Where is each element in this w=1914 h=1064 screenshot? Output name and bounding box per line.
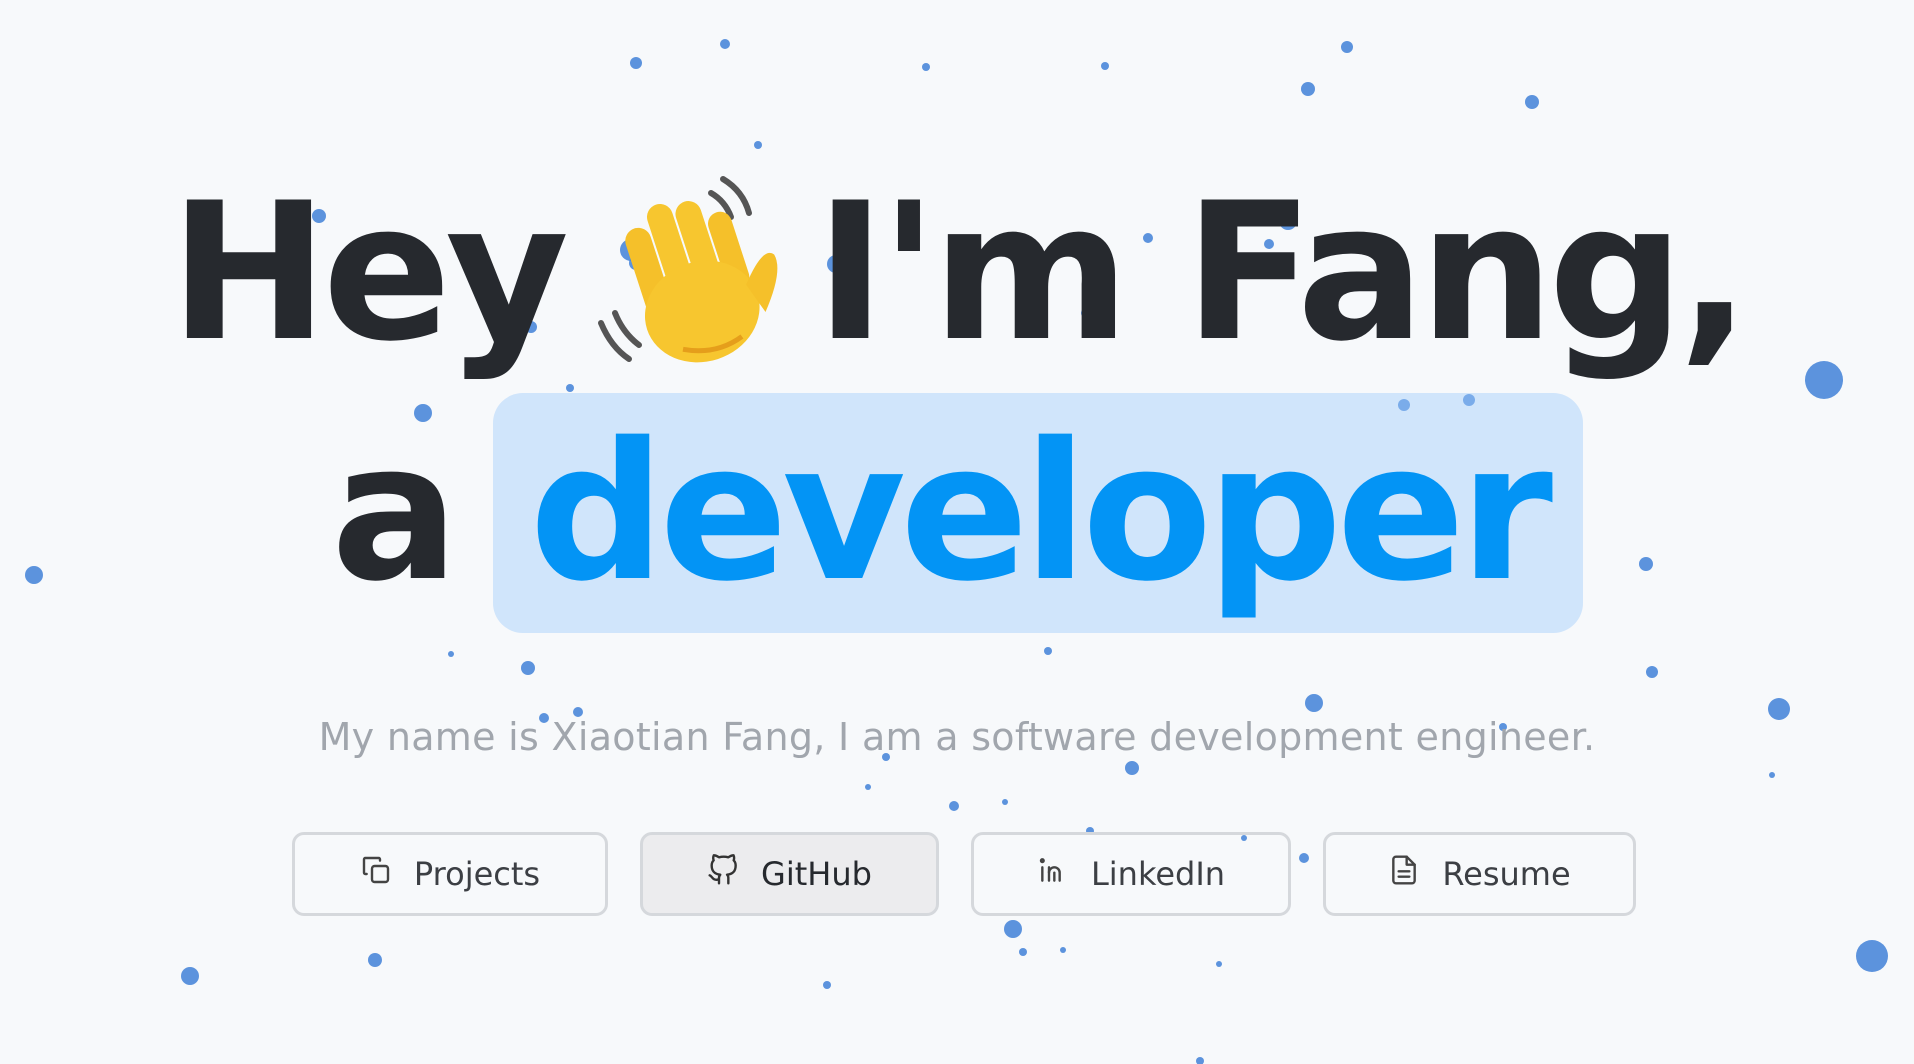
resume-button[interactable]: Resume (1323, 832, 1636, 916)
particle-dot (949, 801, 959, 811)
particle-dot (922, 63, 930, 71)
copy-icon (360, 854, 392, 894)
particle-dot (823, 981, 831, 989)
link-buttons: Projects GitHub LinkedIn Resume (292, 832, 1636, 916)
particle-dot (521, 661, 535, 675)
particle-dot (1002, 799, 1008, 805)
greeting-text: Hey (169, 161, 569, 383)
hero-headline: Hey I'm Fang, a developer (0, 160, 1914, 640)
linkedin-button[interactable]: LinkedIn (971, 832, 1291, 916)
particle-dot (1125, 761, 1139, 775)
particle-dot (1060, 947, 1066, 953)
projects-button[interactable]: Projects (292, 832, 608, 916)
particle-dot (1216, 961, 1222, 967)
particle-dot (368, 953, 382, 967)
particle-dot (1004, 920, 1022, 938)
particle-dot (1301, 82, 1315, 96)
linkedin-label: LinkedIn (1090, 855, 1226, 893)
linkedin-icon (1037, 854, 1069, 894)
particle-dot (1044, 647, 1052, 655)
particle-dot (1019, 948, 1027, 956)
particle-dot (1525, 95, 1539, 109)
particle-dot (754, 141, 762, 149)
particle-dot (630, 57, 642, 69)
particle-dot (720, 39, 730, 49)
particle-dot (1196, 1057, 1204, 1064)
github-button[interactable]: GitHub (640, 832, 939, 916)
article-text: a (330, 401, 459, 623)
role-text: developer (529, 401, 1553, 623)
role-highlight: developer (493, 392, 1584, 633)
particle-dot (448, 651, 454, 657)
github-icon (707, 854, 739, 894)
projects-label: Projects (413, 855, 541, 893)
document-icon (1388, 854, 1420, 894)
resume-label: Resume (1442, 855, 1571, 893)
hero-subtitle: My name is Xiaotian Fang, I am a softwar… (318, 715, 1596, 759)
particle-dot (1856, 940, 1888, 972)
hero-section: Hey I'm Fang, a developer My name is Xia… (0, 0, 1914, 1064)
waving-hand-icon (593, 173, 793, 373)
github-label: GitHub (761, 855, 872, 893)
intro-text: I'm Fang, (815, 161, 1750, 383)
particle-dot (1305, 694, 1323, 712)
headline-line-2: a developer (0, 385, 1914, 640)
headline-line-1: Hey I'm Fang, (0, 160, 1914, 385)
particle-dot (1341, 41, 1353, 53)
particle-dot (1101, 62, 1109, 70)
particle-dot (865, 784, 871, 790)
particle-dot (1769, 772, 1775, 778)
particle-dot (181, 967, 199, 985)
particle-dot (1646, 666, 1658, 678)
